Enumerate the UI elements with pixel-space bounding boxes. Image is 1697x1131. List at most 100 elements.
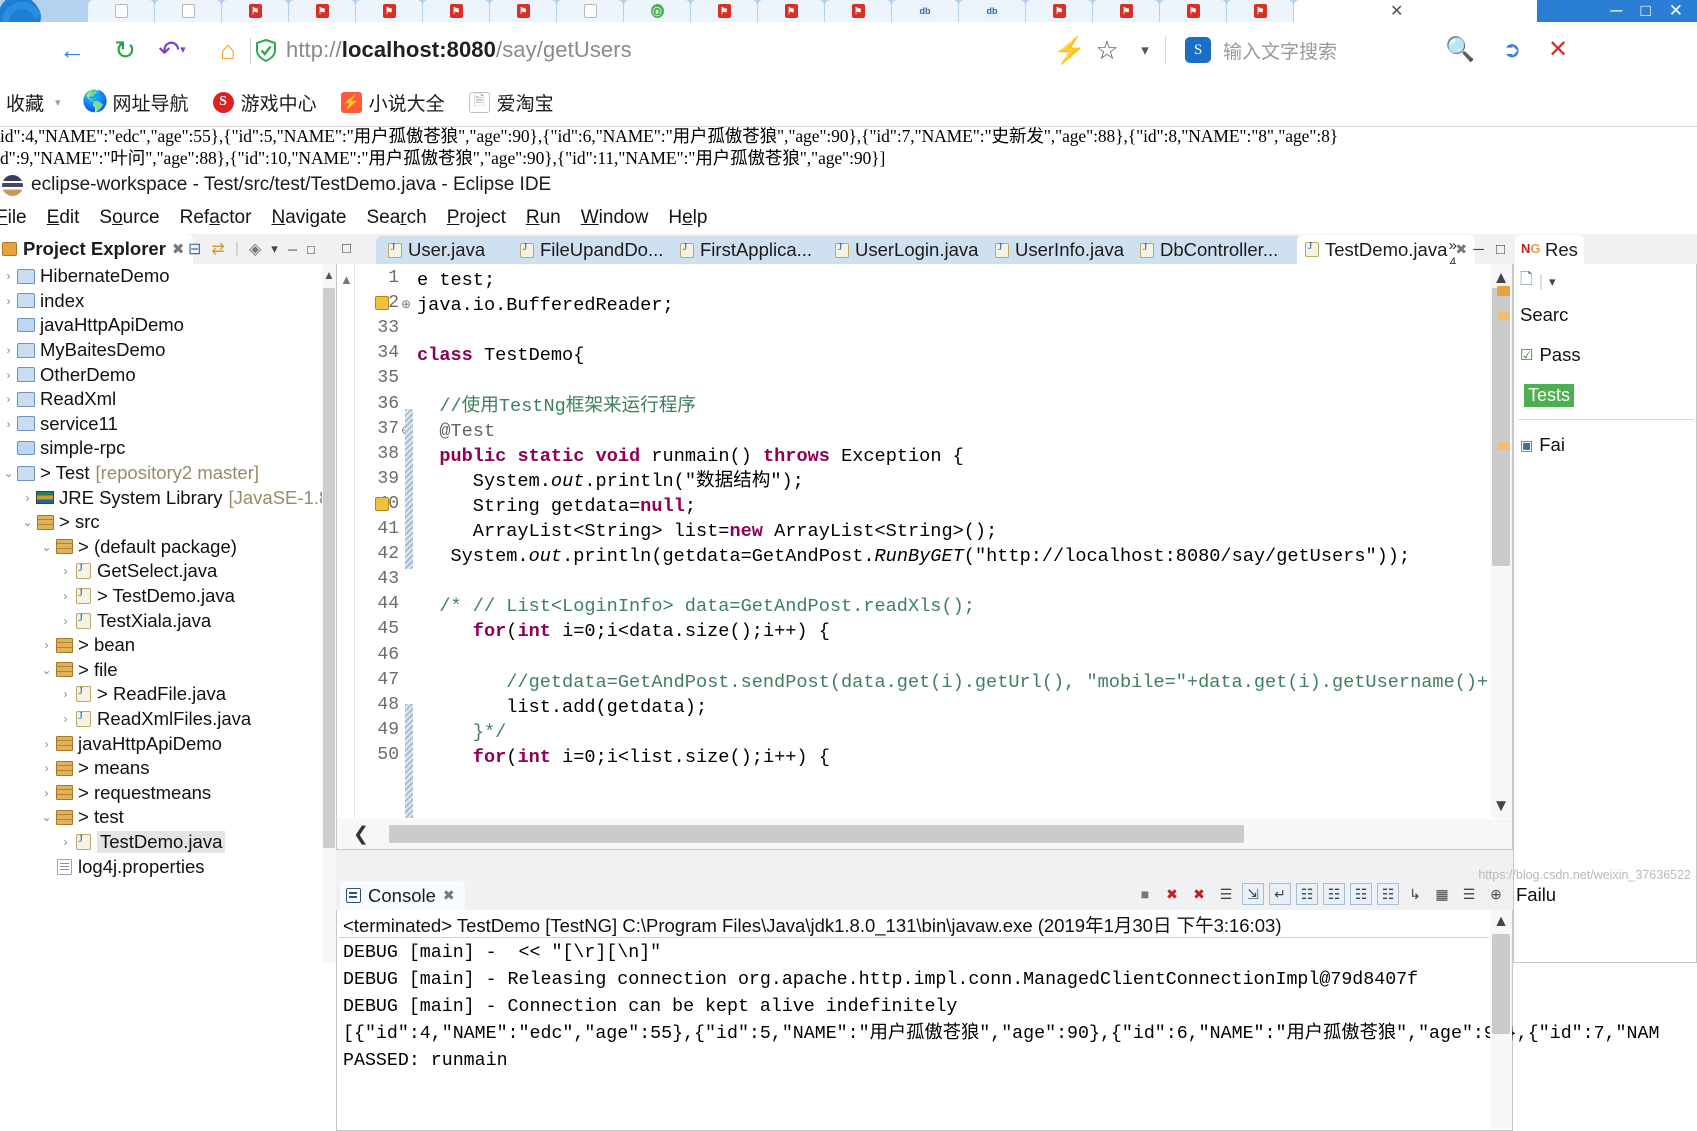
- tab-console[interactable]: Console ✖: [340, 881, 465, 910]
- editor-tab[interactable]: DbController...: [1132, 236, 1286, 264]
- tree-item[interactable]: › GetSelect.java: [0, 559, 322, 584]
- maximize-icon[interactable]: □: [1496, 241, 1505, 258]
- view-menu-icon[interactable]: ▾: [271, 241, 278, 257]
- tree-item[interactable]: › > means: [0, 756, 322, 781]
- new-console-icon[interactable]: ▦: [1431, 883, 1453, 905]
- chevron-down-icon[interactable]: ⌄: [2, 466, 15, 480]
- menu-bar[interactable]: File Edit Source Refactor Navigate Search Proj…: [0, 202, 1697, 234]
- code-line[interactable]: java.io.BufferedReader;: [417, 293, 674, 318]
- tree-item[interactable]: › service11: [0, 412, 322, 437]
- browser-tab[interactable]: [88, 0, 154, 22]
- menu-item-edit[interactable]: Edit: [47, 207, 80, 229]
- terminate-icon[interactable]: ■: [1134, 883, 1156, 905]
- scroll-up-icon[interactable]: ▲: [1490, 268, 1512, 288]
- menu-item-search[interactable]: Search: [366, 207, 426, 229]
- tree-item[interactable]: › TestXiala.java: [0, 608, 322, 633]
- chevron-right-icon[interactable]: ›: [21, 491, 34, 505]
- tree-item[interactable]: log4j.properties: [0, 854, 322, 879]
- chevron-right-icon[interactable]: ›: [59, 835, 72, 849]
- project-tree[interactable]: › HibernateDemo › index javaHttpApiDemo › MyBa…: [0, 264, 322, 963]
- tree-item[interactable]: › > ReadFile.java: [0, 682, 322, 707]
- chevron-right-icon[interactable]: ›: [59, 564, 72, 578]
- collapse-all-icon[interactable]: ⊟: [188, 239, 201, 259]
- browser-tab[interactable]: ⚑: [222, 0, 288, 22]
- tree-item[interactable]: › ReadXmlFiles.java: [0, 707, 322, 732]
- chevron-down-icon[interactable]: ⌄: [40, 663, 53, 677]
- chevron-right-icon[interactable]: ›: [40, 761, 53, 775]
- view-filter-icon[interactable]: ◈: [249, 239, 261, 259]
- tree-item[interactable]: ⌄ > Test [repository2 master]: [0, 461, 322, 486]
- chevron-right-icon[interactable]: ›: [40, 638, 53, 652]
- link-with-editor-icon[interactable]: ⇄: [211, 239, 224, 259]
- editor-tab[interactable]: FileUpandDo...: [512, 236, 671, 264]
- lightning-icon[interactable]: ⚡: [1050, 22, 1090, 78]
- minimize-icon[interactable]: ☰: [1458, 883, 1480, 905]
- chevron-right-icon[interactable]: ›: [59, 712, 72, 726]
- project-explorer-toolbar[interactable]: ⊟ ⇄ | ◈ ▾ ─ □: [188, 234, 315, 264]
- view-menu-icon[interactable]: ▾: [1549, 274, 1556, 290]
- console-vertical-scrollbar[interactable]: ▲: [1490, 910, 1512, 1129]
- code-line[interactable]: //getdata=GetAndPost.sendPost(data.get(i…: [417, 670, 1512, 695]
- code-line[interactable]: list.add(getdata);: [417, 695, 707, 720]
- menu-item-run[interactable]: Run: [526, 207, 561, 229]
- code-line[interactable]: public static void runmain() throws Exce…: [417, 444, 964, 469]
- chevron-right-icon[interactable]: ›: [2, 368, 15, 382]
- bookmarks-bar[interactable]: 收藏 ▾ 🌎 网址导航 S 游戏中心 ⚡ 小说大全 🗎 爱淘宝: [0, 78, 1697, 126]
- browser-tab[interactable]: ⚑: [758, 0, 824, 22]
- window-controls[interactable]: ─ □ ✕: [1537, 0, 1697, 22]
- address-bar[interactable]: http://localhost:8080/say/getUsers: [256, 22, 1056, 78]
- tree-item[interactable]: javaHttpApiDemo: [0, 313, 322, 338]
- scroll-up-icon[interactable]: ▲: [1490, 913, 1512, 931]
- tree-item[interactable]: ⌄ > src: [0, 510, 322, 535]
- star-icon[interactable]: ☆: [1087, 22, 1127, 78]
- minimize-icon[interactable]: ─: [1473, 241, 1484, 258]
- tree-item[interactable]: › TestDemo.java: [0, 830, 322, 855]
- scroll-thumb[interactable]: [323, 288, 335, 848]
- browser-tab[interactable]: db: [892, 0, 958, 22]
- clear-results-icon[interactable]: 🗋: [1520, 268, 1533, 295]
- view-menu-icon[interactable]: ↳: [1404, 883, 1426, 905]
- menu-item-file[interactable]: File: [0, 207, 27, 229]
- close-icon[interactable]: ✕: [1538, 22, 1578, 78]
- restore-editor-icon[interactable]: □: [342, 240, 351, 257]
- reload-icon[interactable]: ↻: [105, 22, 145, 78]
- results-failed-row[interactable]: ▣ Fai: [1520, 434, 1565, 456]
- tree-item[interactable]: › MyBaitesDemo: [0, 338, 322, 363]
- menu-item-refactor[interactable]: Refactor: [180, 207, 252, 229]
- scroll-up-icon[interactable]: ▲: [323, 268, 335, 282]
- tree-item[interactable]: › index: [0, 289, 322, 314]
- browser-tab[interactable]: ⚑: [289, 0, 355, 22]
- code-line[interactable]: for(int i=0;i<data.size();i++) {: [417, 619, 830, 644]
- editor-window-controls[interactable]: ─ □: [1473, 241, 1505, 258]
- tree-item[interactable]: ⌄ > (default package): [0, 535, 322, 560]
- tree-item[interactable]: › OtherDemo: [0, 362, 322, 387]
- fold-expand-icon[interactable]: ⊕: [401, 297, 411, 311]
- login-icon[interactable]: ➲: [1492, 22, 1532, 78]
- minimize-icon[interactable]: ─: [1610, 1, 1622, 21]
- results-toolbar[interactable]: 🗋 | ▾: [1520, 268, 1556, 295]
- menu-item-navigate[interactable]: Navigate: [271, 207, 346, 229]
- tree-scrollbar[interactable]: ▲: [322, 264, 336, 963]
- word-wrap-icon[interactable]: ↵: [1269, 883, 1291, 905]
- tree-item[interactable]: › ReadXml: [0, 387, 322, 412]
- browser-tab[interactable]: ⚑: [356, 0, 422, 22]
- code-line[interactable]: e test;: [417, 268, 495, 293]
- browser-tab[interactable]: ⚑: [1227, 0, 1293, 22]
- browser-tab[interactable]: db: [959, 0, 1025, 22]
- chevron-right-icon[interactable]: ›: [2, 294, 15, 308]
- scroll-lock-icon[interactable]: ⇲: [1242, 883, 1264, 905]
- close-icon[interactable]: ✕: [1669, 1, 1683, 21]
- browser-tab-active[interactable]: [1294, 0, 1544, 22]
- restore-icon[interactable]: □: [1640, 1, 1650, 21]
- open-console-icon[interactable]: ☷: [1377, 883, 1399, 905]
- editor-vertical-scrollbar[interactable]: ▲ ▼: [1490, 264, 1512, 818]
- browser-tab[interactable]: ⚑: [1160, 0, 1226, 22]
- checkbox-checked-icon[interactable]: ☑: [1520, 346, 1533, 364]
- chevron-down-icon[interactable]: ▾: [55, 96, 61, 109]
- browser-tab[interactable]: ⚑: [691, 0, 757, 22]
- maximize-icon[interactable]: □: [307, 242, 315, 257]
- browser-tab[interactable]: ⚑: [825, 0, 891, 22]
- tab-project-explorer[interactable]: Project Explorer ✖: [0, 234, 193, 264]
- browser-tab[interactable]: ⚑: [1026, 0, 1092, 22]
- warning-marker-icon[interactable]: [375, 496, 389, 511]
